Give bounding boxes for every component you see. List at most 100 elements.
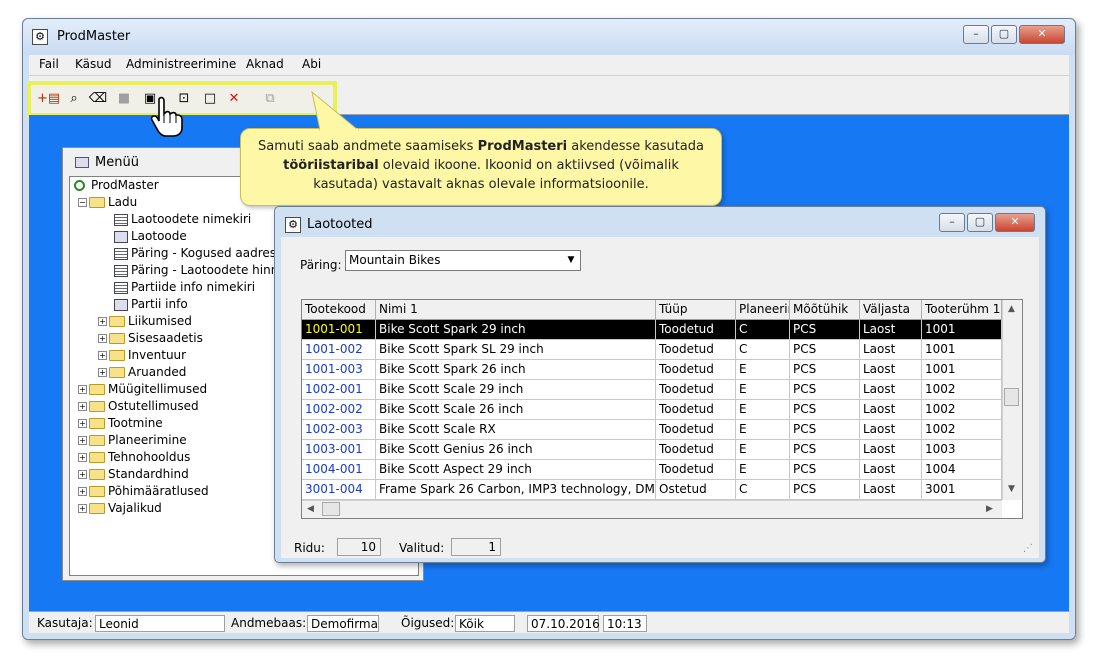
tree-folder[interactable]: + Liikumised — [98, 313, 192, 330]
horizontal-scroll-thumb[interactable] — [322, 502, 340, 516]
close-button[interactable]: ✕ — [995, 213, 1035, 232]
tree-folder[interactable]: + Müügitellimused — [78, 381, 207, 398]
expand-icon[interactable]: + — [98, 351, 107, 360]
tree-folder[interactable]: + Vajalikud — [78, 500, 162, 517]
tree-root[interactable]: ProdMaster — [74, 177, 159, 194]
table-cell: Laost — [860, 480, 922, 500]
tree-folder[interactable]: + Tehnohooldus — [78, 449, 190, 466]
menu-administreerimine[interactable]: Administreerimine — [126, 57, 236, 71]
table-cell: PCS — [790, 380, 860, 400]
column-header[interactable]: Tootekood — [302, 300, 376, 320]
column-header[interactable]: Väljasta — [860, 300, 922, 320]
column-header[interactable]: Tüüp — [656, 300, 736, 320]
menu-fail[interactable]: Fail — [39, 57, 59, 71]
table-cell: Ostetud — [656, 480, 736, 500]
tree-item[interactable]: Päring - Kogused aadressi — [114, 245, 286, 262]
table-cell: 1001-002 — [302, 340, 376, 360]
eraser-icon[interactable]: ⌫ — [87, 89, 109, 109]
callout-bold-text: tööriistaribal — [283, 158, 379, 173]
maximize-button[interactable]: ▢ — [967, 213, 993, 232]
binoculars-icon[interactable]: ⌕ — [63, 89, 85, 109]
table-cell: PCS — [790, 460, 860, 480]
scroll-right-icon[interactable]: ▶ — [986, 504, 993, 514]
expand-icon[interactable]: + — [78, 385, 87, 394]
table-cell: 1003 — [922, 440, 1002, 460]
stop-icon[interactable]: ■ — [113, 89, 135, 109]
table-row[interactable]: 1002-003 Bike Scott Scale RX Toodetud E PCS L… — [302, 420, 1002, 440]
menu-abi[interactable]: Abi — [302, 57, 321, 71]
expand-icon[interactable]: + — [78, 487, 87, 496]
paring-select[interactable]: Mountain Bikes ▼ — [345, 250, 581, 271]
scroll-left-icon[interactable]: ◀ — [307, 504, 314, 514]
add-record-icon[interactable]: +▤ — [37, 89, 60, 109]
table-cell: Toodetud — [656, 380, 736, 400]
laotooted-body: Päring: Mountain Bikes ▼ Tootekood Nimi … — [281, 237, 1039, 558]
expand-icon[interactable]: + — [78, 470, 87, 479]
delete-icon[interactable]: ✕ — [223, 89, 245, 109]
menu-aknad[interactable]: Aknad — [246, 57, 284, 71]
minimize-button[interactable]: – — [963, 25, 989, 44]
date-value: 07.10.2016 — [527, 615, 600, 632]
expand-icon[interactable]: + — [78, 504, 87, 513]
tree-folder[interactable]: + Põhimääratlused — [78, 483, 209, 500]
table-row[interactable]: 1003-001 Bike Scott Genius 26 inch Toodetu… — [302, 440, 1002, 460]
callout-text: Samuti saab andmete saamiseks — [257, 139, 478, 154]
resize-grip-icon[interactable]: ⋰ — [1023, 543, 1033, 554]
tree-item[interactable]: Partii info — [114, 296, 188, 313]
tree-folder[interactable]: + Aruanded — [98, 364, 186, 381]
table-cell: Toodetud — [656, 340, 736, 360]
tree-item[interactable]: Päring - Laotoodete hinna — [114, 262, 286, 279]
vertical-scroll-thumb[interactable] — [1004, 388, 1019, 406]
tree-folder[interactable]: + Ostutellimused — [78, 398, 199, 415]
expand-icon[interactable]: + — [98, 368, 107, 377]
grid-header: Tootekood Nimi 1 Tüüp Planeerim Mõõtühik… — [302, 300, 1002, 320]
scroll-down-icon[interactable]: ▼ — [1008, 484, 1015, 494]
table-cell: Laost — [860, 460, 922, 480]
tree-item[interactable]: Partiide info nimekiri — [114, 279, 255, 296]
tree-label: Ladu — [108, 195, 138, 209]
column-header[interactable]: Nimi 1 — [376, 300, 656, 320]
tree-folder[interactable]: + Standardhind — [78, 466, 189, 483]
column-header[interactable]: Mõõtühik — [790, 300, 860, 320]
table-row[interactable]: 1002-002 Bike Scott Scale 26 inch Toodetud… — [302, 400, 1002, 420]
menu-kasud[interactable]: Käsud — [75, 57, 112, 71]
tree-item[interactable]: Laotoode — [114, 228, 187, 245]
scroll-up-icon[interactable]: ▲ — [1008, 304, 1015, 314]
table-cell: Frame Spark 26 Carbon, IMP3 technology, … — [376, 480, 656, 500]
table-cell: Laost — [860, 340, 922, 360]
tree-folder[interactable]: + Tootmine — [78, 415, 163, 432]
expand-icon[interactable]: + — [78, 419, 87, 428]
tree-item[interactable]: Laotoodete nimekiri — [114, 211, 251, 228]
valitud-label: Valitud: — [399, 541, 445, 555]
minimize-button[interactable]: – — [939, 213, 965, 232]
title-bar[interactable]: ⚙ ProdMaster – ▢ ✕ — [23, 19, 1075, 55]
tree-folder[interactable]: + Planeerimine — [78, 432, 187, 449]
table-row[interactable]: 1001-001 Bike Scott Spark 29 inch Toodetud… — [302, 320, 1002, 340]
new-window-icon[interactable]: □ — [199, 89, 221, 109]
expand-icon[interactable]: + — [98, 334, 107, 343]
expand-icon[interactable]: + — [98, 317, 107, 326]
close-button[interactable]: ✕ — [1019, 25, 1065, 44]
table-cell: Bike Scott Aspect 29 inch — [376, 460, 656, 480]
expand-icon[interactable]: + — [78, 436, 87, 445]
column-header[interactable]: Tooterühm 1 — [922, 300, 1002, 320]
table-row[interactable]: 1004-001 Bike Scott Aspect 29 inch Toodetu… — [302, 460, 1002, 480]
table-row[interactable]: 1001-003 Bike Scott Spark 26 inch Toodetud… — [302, 360, 1002, 380]
tree-folder[interactable]: + Sisesaadetis — [98, 330, 203, 347]
expand-icon[interactable]: + — [78, 402, 87, 411]
chevron-down-icon[interactable]: ▼ — [564, 253, 578, 267]
horizontal-scrollbar[interactable]: ◀ ▶ — [302, 500, 1002, 518]
copy-icon[interactable]: ⧉ — [259, 89, 281, 109]
table-row[interactable]: 1002-001 Bike Scott Scale 29 inch Toodetud… — [302, 380, 1002, 400]
folder-icon — [89, 486, 105, 497]
table-cell: C — [736, 480, 790, 500]
column-header[interactable]: Planeerim — [736, 300, 790, 320]
expand-icon[interactable]: + — [78, 453, 87, 462]
collapse-icon[interactable]: − — [78, 198, 87, 207]
table-row[interactable]: 1001-002 Bike Scott Spark SL 29 inch Toode… — [302, 340, 1002, 360]
maximize-button[interactable]: ▢ — [991, 25, 1017, 44]
tree-folder[interactable]: + Inventuur — [98, 347, 186, 364]
tree-folder-ladu[interactable]: − Ladu — [78, 194, 137, 211]
table-cell: Toodetud — [656, 320, 736, 340]
table-row[interactable]: 3001-004 Frame Spark 26 Carbon, IMP3 tech… — [302, 480, 1002, 500]
